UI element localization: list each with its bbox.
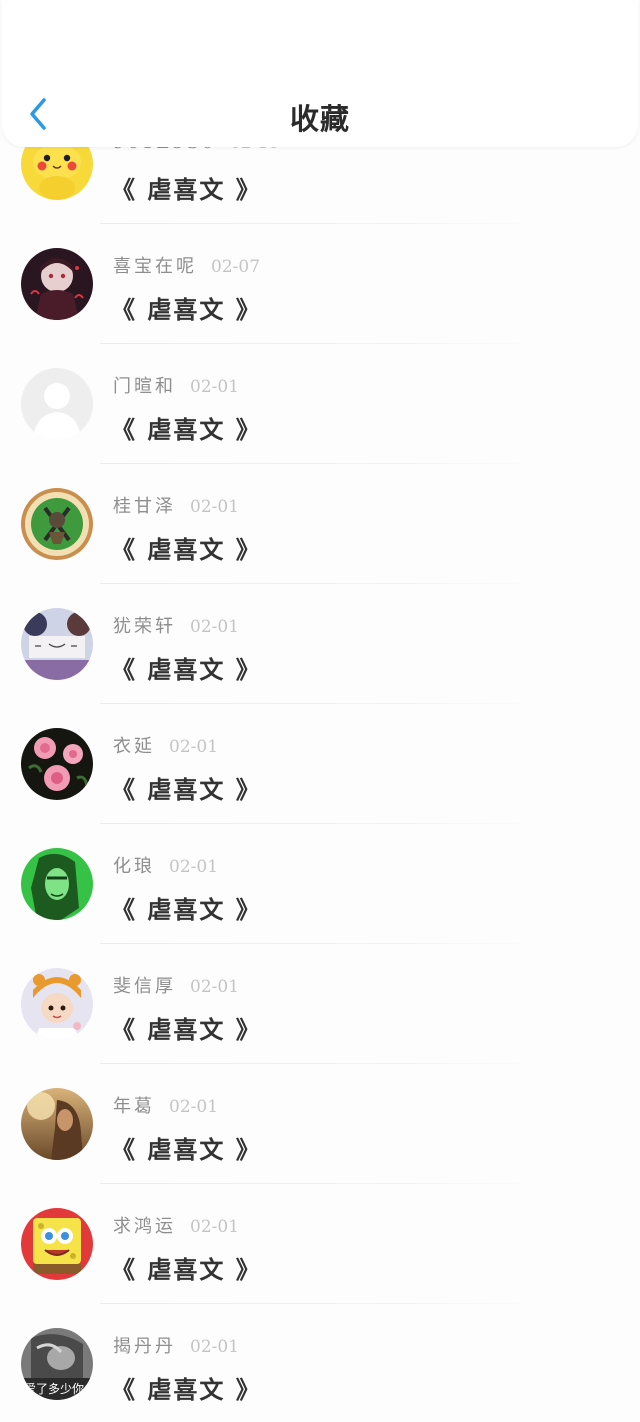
item-meta: 喜宝在呢 02-07: [113, 252, 260, 278]
author-name: 年葛: [113, 1096, 155, 1117]
author-name: 揭丹丹: [113, 1336, 176, 1357]
post-title[interactable]: 《 虐喜文 》: [111, 170, 262, 205]
post-title[interactable]: 《 虐喜文 》: [111, 1250, 262, 1285]
post-date: 02-01: [190, 377, 240, 397]
item-meta: 门暄和 02-01: [113, 372, 239, 398]
list-item[interactable]: 犹荣轩 02-01 《 虐喜文 》: [0, 584, 640, 704]
item-meta: 犹荣轩 02-01: [113, 612, 239, 638]
author-name: 求鸿运: [113, 1216, 176, 1237]
author-name: 衣延: [113, 736, 155, 757]
author-name: 门暄和: [113, 376, 176, 397]
list-item[interactable]: 年葛 02-01 《 虐喜文 》: [0, 1064, 640, 1184]
author-name: 喜宝在呢: [113, 256, 197, 277]
avatar-caption: 爱了多少你: [24, 1382, 84, 1396]
favorites-page: 961Z5S602-10 《 虐喜文 》: [0, 0, 640, 1422]
tiger-hat-kid-avatar[interactable]: [21, 968, 93, 1040]
author-name: 化琅: [113, 856, 155, 877]
item-meta: 衣延 02-01: [113, 732, 218, 758]
author-name: 桂甘泽: [113, 496, 176, 517]
list-item[interactable]: 化琅 02-01 《 虐喜文 》: [0, 824, 640, 944]
item-meta: 化琅 02-01: [113, 852, 218, 878]
bw-photo-avatar[interactable]: 爱了多少你: [21, 1328, 93, 1400]
item-meta: 桂甘泽 02-01: [113, 492, 239, 518]
list-item[interactable]: 门暄和 02-01 《 虐喜文 》: [0, 344, 640, 464]
post-date: 02-01: [169, 857, 219, 877]
list-item[interactable]: 斐信厚 02-01 《 虐喜文 》: [0, 944, 640, 1064]
post-date: 02-01: [190, 977, 240, 997]
post-title[interactable]: 《 虐喜文 》: [111, 1130, 262, 1165]
emblem-avatar[interactable]: [21, 488, 93, 560]
post-title[interactable]: 《 虐喜文 》: [111, 890, 262, 925]
author-name: 犹荣轩: [113, 616, 176, 637]
list-item[interactable]: 喜宝在呢 02-07 《 虐喜文 》: [0, 224, 640, 344]
post-date: 02-01: [169, 1097, 219, 1117]
list-item[interactable]: 桂甘泽 02-01 《 虐喜文 》: [0, 464, 640, 584]
post-title[interactable]: 《 虐喜文 》: [111, 650, 262, 685]
post-title[interactable]: 《 虐喜文 》: [111, 290, 262, 325]
couple-sign-avatar[interactable]: [21, 608, 93, 680]
post-date: 02-01: [190, 1217, 240, 1237]
default-avatar[interactable]: [21, 368, 93, 440]
post-title[interactable]: 《 虐喜文 》: [111, 530, 262, 565]
item-meta: 年葛 02-01: [113, 1092, 218, 1118]
item-meta: 揭丹丹 02-01: [113, 1332, 239, 1358]
pink-roses-avatar[interactable]: [21, 728, 93, 800]
post-date: 02-01: [190, 617, 240, 637]
post-date: 02-01: [169, 737, 219, 757]
list-item[interactable]: 爱了多少你 揭丹丹 02-01 《 虐喜文 》: [0, 1304, 640, 1422]
author-name: 斐信厚: [113, 976, 176, 997]
post-title[interactable]: 《 虐喜文 》: [111, 1010, 262, 1045]
sunset-girl-avatar[interactable]: [21, 1088, 93, 1160]
post-date: 02-01: [190, 1337, 240, 1357]
green-girl-avatar[interactable]: [21, 848, 93, 920]
post-date: 02-01: [190, 497, 240, 517]
list-item[interactable]: 求鸿运 02-01 《 虐喜文 》: [0, 1184, 640, 1304]
post-title[interactable]: 《 虐喜文 》: [111, 410, 262, 445]
item-meta: 求鸿运 02-01: [113, 1212, 239, 1238]
post-title[interactable]: 《 虐喜文 》: [111, 1370, 262, 1405]
post-title[interactable]: 《 虐喜文 》: [111, 770, 262, 805]
anime-girl-avatar[interactable]: [21, 248, 93, 320]
spongebob-avatar[interactable]: [21, 1208, 93, 1280]
item-meta: 斐信厚 02-01: [113, 972, 239, 998]
nav-header: 收藏: [2, 0, 638, 147]
page-title: 收藏: [289, 102, 350, 136]
post-date: 02-07: [211, 257, 261, 277]
list-item[interactable]: 衣延 02-01 《 虐喜文 》: [0, 704, 640, 824]
